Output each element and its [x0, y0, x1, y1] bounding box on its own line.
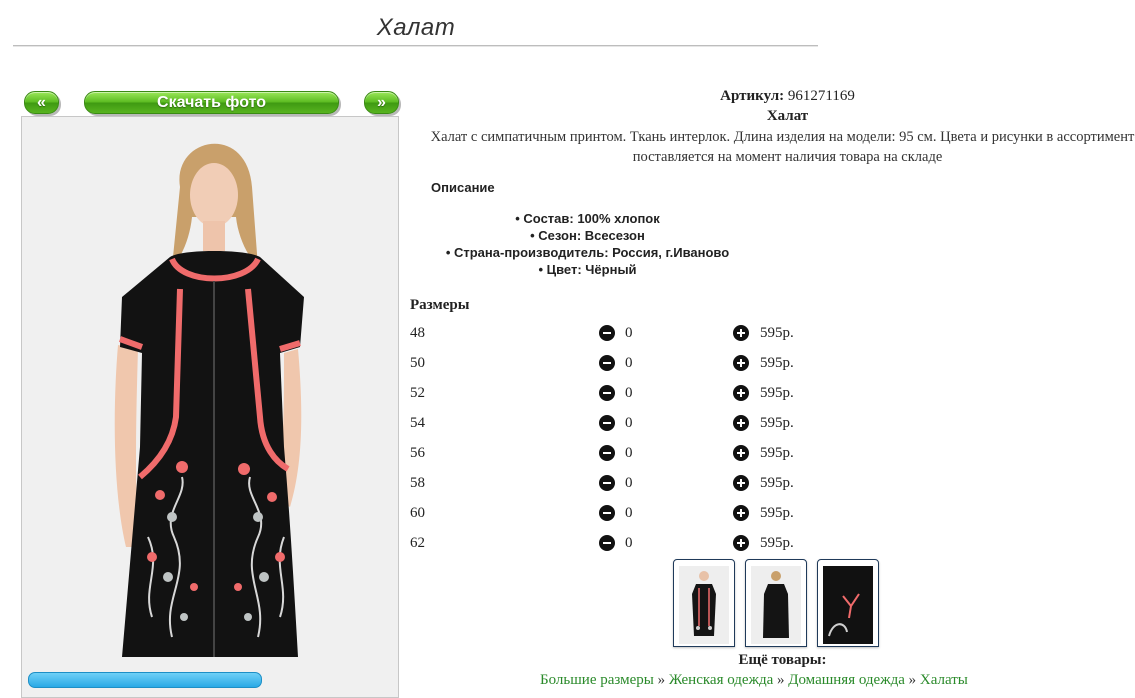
price-value: 595р. — [760, 415, 794, 431]
article-value: 961271169 — [787, 88, 855, 104]
increase-qty-icon[interactable] — [733, 505, 749, 521]
price-value: 595р. — [760, 475, 794, 491]
size-row: 58 0 595р. — [410, 473, 830, 495]
size-row: 56 0 595р. — [410, 443, 830, 465]
qty-value: 0 — [625, 475, 633, 491]
increase-qty-icon[interactable] — [733, 535, 749, 551]
title-divider — [13, 45, 818, 47]
spec-item: Страна-производитель: Россия, г.Иваново — [410, 244, 765, 261]
increase-qty-icon[interactable] — [733, 475, 749, 491]
decrease-qty-icon[interactable] — [599, 355, 615, 371]
price-value: 595р. — [760, 445, 794, 461]
spec-list: Состав: 100% хлопок Сезон: Всесезон Стра… — [410, 210, 765, 278]
increase-qty-icon[interactable] — [733, 385, 749, 401]
decrease-qty-icon[interactable] — [599, 385, 615, 401]
category-breadcrumb: Большие размеры » Женская одежда » Домаш… — [540, 672, 968, 689]
price-value: 595р. — [760, 385, 794, 401]
spec-item: Состав: 100% хлопок — [410, 210, 765, 227]
main-product-photo[interactable] — [21, 116, 399, 698]
size-label: 52 — [410, 385, 425, 401]
size-row: 54 0 595р. — [410, 413, 830, 435]
decrease-qty-icon[interactable] — [599, 535, 615, 551]
increase-qty-icon[interactable] — [733, 415, 749, 431]
decrease-qty-icon[interactable] — [599, 415, 615, 431]
spec-item: Сезон: Всесезон — [410, 227, 765, 244]
prev-photo-button[interactable]: « — [24, 91, 59, 114]
crumb-link[interactable]: Женская одежда — [669, 672, 773, 688]
size-row: 52 0 595р. — [410, 383, 830, 405]
more-products-heading: Ещё товары: — [738, 652, 827, 668]
thumbnail-detail[interactable] — [817, 559, 879, 647]
decrease-qty-icon[interactable] — [599, 475, 615, 491]
qty-value: 0 — [625, 385, 633, 401]
crumb-separator: » — [908, 672, 917, 688]
crumb-separator: » — [657, 672, 666, 688]
size-row: 48 0 595р. — [410, 323, 830, 345]
size-label: 50 — [410, 355, 425, 371]
thumbnail-back-image — [751, 566, 801, 644]
decrease-qty-icon[interactable] — [599, 325, 615, 341]
size-row: 62 0 595р. — [410, 533, 830, 555]
qty-value: 0 — [625, 355, 633, 371]
product-description: Халат с симпатичным принтом. Ткань интер… — [430, 129, 1135, 165]
thumbnail-back[interactable] — [745, 559, 807, 647]
price-value: 595р. — [760, 535, 794, 551]
next-photo-button[interactable]: » — [364, 91, 399, 114]
thumbnail-front[interactable] — [673, 559, 735, 647]
increase-qty-icon[interactable] — [733, 325, 749, 341]
size-row: 50 0 595р. — [410, 353, 830, 375]
qty-value: 0 — [625, 445, 633, 461]
price-value: 595р. — [760, 355, 794, 371]
size-label: 62 — [410, 535, 425, 551]
crumb-separator: » — [776, 672, 785, 688]
description-heading: Описание — [431, 180, 495, 195]
article-line: Артикул: 961271169 — [410, 88, 1135, 105]
crumb-link[interactable]: Большие размеры — [540, 672, 654, 688]
article-label: Артикул: — [720, 88, 785, 104]
size-label: 56 — [410, 445, 425, 461]
product-name: Халат — [766, 108, 809, 124]
decrease-qty-icon[interactable] — [599, 505, 615, 521]
qty-value: 0 — [625, 325, 633, 341]
price-value: 595р. — [760, 505, 794, 521]
download-photo-button[interactable]: Скачать фото — [84, 91, 339, 114]
size-label: 58 — [410, 475, 425, 491]
increase-qty-icon[interactable] — [733, 445, 749, 461]
qty-value: 0 — [625, 505, 633, 521]
qty-value: 0 — [625, 535, 633, 551]
page-title: Халат — [376, 14, 456, 41]
crumb-link[interactable]: Домашняя одежда — [788, 672, 905, 688]
qty-value: 0 — [625, 415, 633, 431]
size-label: 48 — [410, 325, 425, 341]
product-photo-image — [22, 117, 398, 697]
crumb-link[interactable]: Халаты — [920, 672, 968, 688]
scroll-pill[interactable] — [28, 672, 262, 688]
spec-item: Цвет: Чёрный — [410, 261, 765, 278]
size-label: 54 — [410, 415, 425, 431]
size-row: 60 0 595р. — [410, 503, 830, 525]
thumbnail-detail-image — [823, 566, 873, 644]
increase-qty-icon[interactable] — [733, 355, 749, 371]
size-label: 60 — [410, 505, 425, 521]
sizes-heading: Размеры — [410, 297, 470, 313]
price-value: 595р. — [760, 325, 794, 341]
thumbnail-front-image — [679, 566, 729, 644]
decrease-qty-icon[interactable] — [599, 445, 615, 461]
